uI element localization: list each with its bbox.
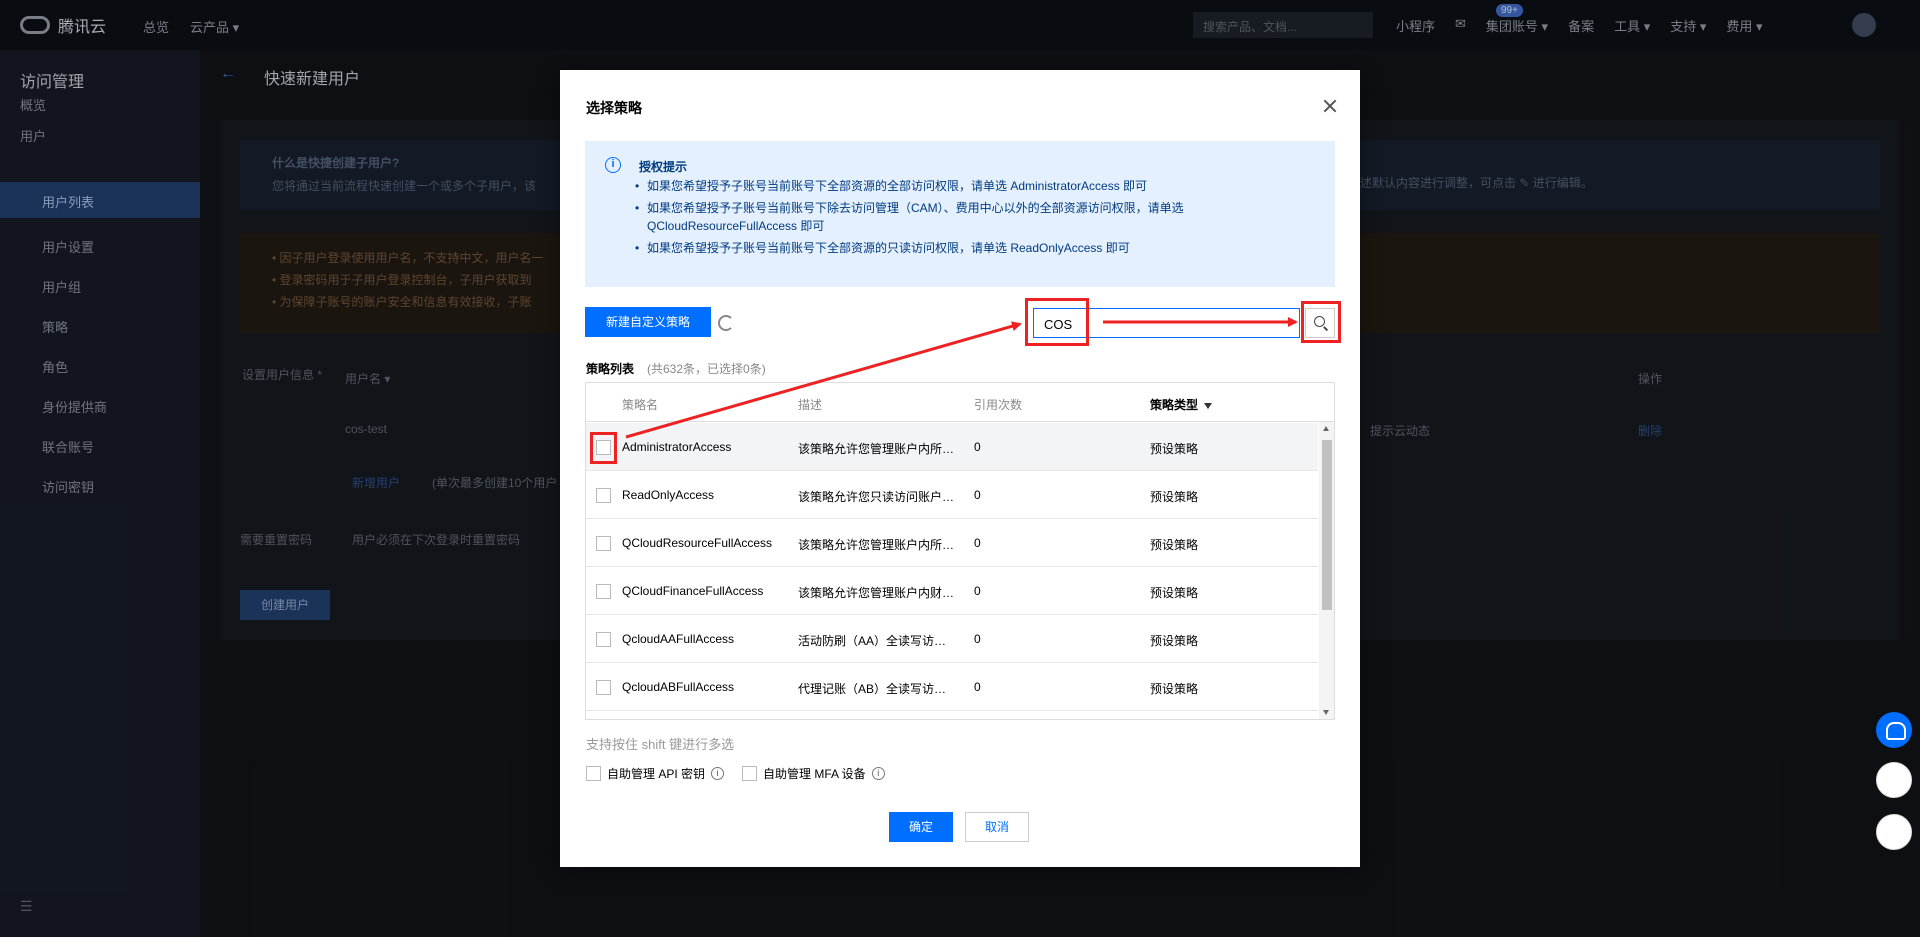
scroll-down-icon[interactable] [1323,710,1329,715]
refresh-icon[interactable] [718,315,734,331]
table-row[interactable]: QcloudABFullAccess 代理记账（AB）全读写访问权限 0 预设策… [586,663,1318,711]
dialog-title: 选择策略 [586,100,642,116]
policy-list-count: (共632条，已选择0条) [647,362,766,376]
policy-name: ReadOnlyAccess [622,488,715,502]
policy-name: AdministratorAccess [622,440,732,454]
policy-table: 策略名 描述 引用次数 策略类型 AdministratorAccess 该策略… [585,382,1335,720]
policy-description: 活动防刷（AA）全读写访问权限 [798,634,958,648]
table-header: 策略名 描述 引用次数 策略类型 [586,383,1334,422]
confirm-button[interactable]: 确定 [889,812,953,842]
tip-title: 授权提示 [639,160,688,174]
mfa-checkbox[interactable] [742,766,757,781]
annotation-box-search-text [1025,298,1089,346]
policy-type: 预设策略 [1150,682,1199,696]
tip-list: 如果您希望授予子账号当前账号下全部资源的全部访问权限，请单选 Administr… [635,177,1235,261]
api-key-label: 自助管理 API 密钥 [607,767,706,781]
column-reference-count: 引用次数 [974,398,1023,412]
close-icon[interactable] [1320,96,1340,116]
info-icon: i [605,157,621,173]
policy-type: 预设策略 [1150,538,1199,552]
policy-ref-count: 0 [974,440,981,454]
authorization-tip: i 授权提示 如果您希望授予子账号当前账号下全部资源的全部访问权限，请单选 Ad… [585,141,1335,287]
cancel-button[interactable]: 取消 [965,812,1029,842]
select-policy-dialog: 选择策略 i 授权提示 如果您希望授予子账号当前账号下全部资源的全部访问权限，请… [560,70,1360,867]
policy-type: 预设策略 [1150,586,1199,600]
policy-name: QCloudFinanceFullAccess [622,584,764,598]
policy-description: 该策略允许您管理账户内所有用户及其权限、财务相关的信息、云服务资产。 [798,442,958,456]
policy-type: 预设策略 [1150,490,1199,504]
policy-list-label: 策略列表 [586,362,635,376]
table-row[interactable]: QCloudFinanceFullAccess 该策略允许您管理账户内财务相关的… [586,567,1318,615]
policy-name: QcloudAAFullAccess [622,632,735,646]
multi-select-hint: 支持按住 shift 键进行多选 [586,737,735,752]
self-manage-mfa-option[interactable]: 自助管理 MFA 设备 i [742,765,885,782]
column-policy-name: 策略名 [622,398,659,412]
scroll-thumb[interactable] [1322,440,1332,610]
policy-ref-count: 0 [974,632,981,646]
policy-description: 该策略允许您只读访问账户内所有支持接口级鉴权或资源级鉴权的云服务资产。 [798,490,958,504]
row-checkbox[interactable] [596,536,611,551]
policy-description: 该策略允许您管理账户内财务相关的内容，例如：付款、开票。 [798,586,958,600]
table-row[interactable]: ReadOnlyAccess 该策略允许您只读访问账户内所有支持接口级鉴权或资源… [586,471,1318,519]
table-row[interactable]: QCloudResourceFullAccess 该策略允许您管理账户内所有云服… [586,519,1318,567]
policy-ref-count: 0 [974,488,981,502]
annotation-box-checkbox [590,432,617,464]
mfa-label: 自助管理 MFA 设备 [763,767,866,781]
annotation-box-search-button [1301,301,1341,343]
info-icon[interactable]: i [711,767,725,780]
policy-ref-count: 0 [974,680,981,694]
customer-service-icon[interactable] [1876,712,1912,748]
tip-item: 如果您希望授予子账号当前账号下全部资源的只读访问权限，请单选 ReadOnlyA… [635,239,1235,257]
policy-ref-count: 0 [974,584,981,598]
scroll-up-icon[interactable] [1323,426,1329,431]
tip-item: 如果您希望授予子账号当前账号下除去访问管理（CAM）、费用中心以外的全部资源访问… [635,199,1235,235]
policy-name: QcloudABFullAccess [622,680,735,694]
table-row[interactable]: QcloudAAFullAccess 活动防刷（AA）全读写访问权限 0 预设策… [586,615,1318,663]
column-policy-type-label: 策略类型 [1150,398,1199,412]
new-custom-policy-button[interactable]: 新建自定义策略 [585,307,711,337]
policy-name: QCloudResourceFullAccess [622,536,773,550]
self-manage-api-key-option[interactable]: 自助管理 API 密钥 i [586,765,725,782]
menu-list-icon[interactable] [1876,814,1912,850]
policy-description: 该策略允许您管理账户内所有云服务资产。 [798,538,958,552]
row-checkbox[interactable] [596,584,611,599]
policy-type: 预设策略 [1150,634,1199,648]
row-checkbox[interactable] [596,488,611,503]
policy-description: 代理记账（AB）全读写访问权限 [798,682,958,696]
column-description: 描述 [798,398,823,412]
table-row[interactable]: AdministratorAccess 该策略允许您管理账户内所有用户及其权限、… [586,423,1318,471]
filter-icon[interactable] [1204,402,1213,409]
column-policy-type[interactable]: 策略类型 [1150,396,1213,413]
api-key-checkbox[interactable] [586,766,601,781]
docs-book-icon[interactable] [1876,762,1912,798]
tip-item: 如果您希望授予子账号当前账号下全部资源的全部访问权限，请单选 Administr… [635,177,1235,195]
info-icon[interactable]: i [871,767,885,780]
row-checkbox[interactable] [596,680,611,695]
policy-type: 预设策略 [1150,442,1199,456]
policy-ref-count: 0 [974,536,981,550]
row-checkbox[interactable] [596,632,611,647]
table-scrollbar[interactable] [1319,422,1334,719]
